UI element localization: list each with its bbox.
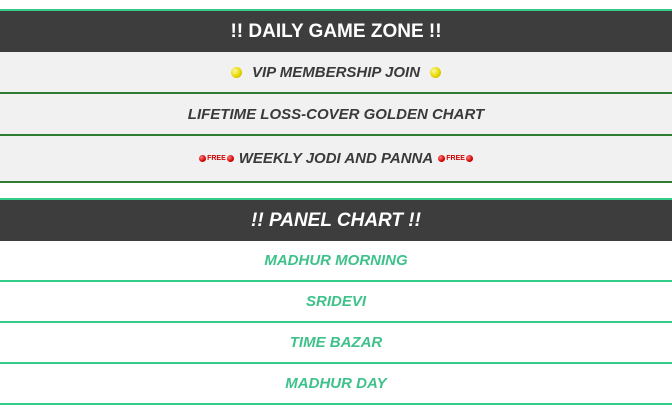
section-divider <box>0 183 672 200</box>
daily-game-zone-section: !! DAILY GAME ZONE !! VIP MEMBERSHIP JOI… <box>0 11 672 183</box>
vip-membership-join-link[interactable]: VIP MEMBERSHIP JOIN <box>0 52 672 94</box>
free-badge-icon: FREE <box>198 155 235 162</box>
top-strip <box>0 0 672 11</box>
panel-chart-title: !! PANEL CHART !! <box>0 200 672 241</box>
panel-link-time-bazar[interactable]: TIME BAZAR <box>0 323 672 364</box>
link-label: VIP MEMBERSHIP JOIN <box>251 63 421 81</box>
free-badge-icon: FREE <box>437 155 474 162</box>
panel-link-madhur-day[interactable]: MADHUR DAY <box>0 364 672 405</box>
weekly-jodi-panna-link[interactable]: FREE WEEKLY JODI AND PANNA FREE <box>0 136 672 183</box>
panel-link-madhur-morning[interactable]: MADHUR MORNING <box>0 241 672 282</box>
panel-link-sridevi[interactable]: SRIDEVI <box>0 282 672 323</box>
yellow-ball-icon <box>430 66 442 78</box>
link-label: WEEKLY JODI AND PANNA <box>238 150 434 167</box>
daily-game-zone-title: !! DAILY GAME ZONE !! <box>0 11 672 52</box>
yellow-ball-icon <box>230 66 242 78</box>
link-label: LIFETIME LOSS-COVER GOLDEN CHART <box>187 105 485 123</box>
lifetime-loss-cover-chart-link[interactable]: LIFETIME LOSS-COVER GOLDEN CHART <box>0 94 672 136</box>
panel-chart-section: !! PANEL CHART !! MADHUR MORNING SRIDEVI… <box>0 200 672 405</box>
